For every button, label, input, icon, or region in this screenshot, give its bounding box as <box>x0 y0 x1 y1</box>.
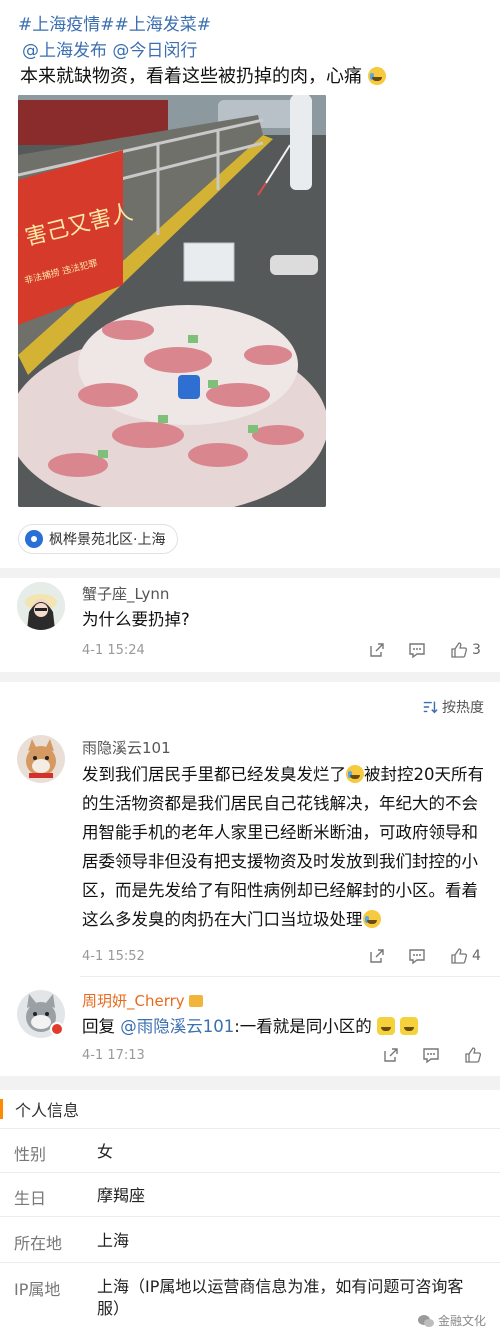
comment-time: 4-1 15:24 <box>82 643 145 658</box>
sort-icon <box>423 701 438 714</box>
avatar[interactable] <box>17 735 65 783</box>
comment-text: 为什么要扔掉? <box>82 610 190 629</box>
comment-text: 回复 @雨隐溪云101:一看就是同小区的 <box>82 1012 486 1041</box>
profile-row-location: 所在地 上海 <box>0 1216 500 1262</box>
profile-label: 所在地 <box>14 1234 63 1253</box>
profile-section-title: 个人信息 <box>15 1101 80 1120</box>
thumbs-up-icon <box>451 642 468 658</box>
like-count: 3 <box>472 642 481 658</box>
watermark: 金融文化 <box>417 1312 486 1329</box>
profile-row-gender: 性别 女 <box>0 1128 500 1172</box>
reply-prefix: 回复 <box>82 1017 115 1036</box>
like-button[interactable]: 4 <box>450 947 481 965</box>
profile-label: 性别 <box>14 1145 47 1164</box>
badge-icon <box>50 1022 64 1036</box>
share-button[interactable] <box>368 947 386 965</box>
comment-text-part1: 发到我们居民手里都已经发臭发烂了 <box>82 765 346 784</box>
comment-text: 发到我们居民手里都已经发臭发烂了 被封控20天所有的生活物资都是我们居民自己花钱解… <box>82 760 486 934</box>
profile-row-birthday: 生日 摩羯座 <box>0 1172 500 1216</box>
share-icon <box>370 949 384 963</box>
avatar[interactable] <box>17 582 65 630</box>
comment-username[interactable]: 周玥妍_Cherry <box>82 990 204 1011</box>
comment-username-text: 周玥妍_Cherry <box>82 992 185 1010</box>
sort-label: 按热度 <box>442 700 484 716</box>
minion-emoji-icon <box>400 1017 419 1035</box>
comment-username[interactable]: 蟹子座_Lynn <box>82 583 169 604</box>
location-pin-icon <box>25 530 43 548</box>
thumbs-up-icon <box>465 1047 482 1063</box>
comment-icon <box>409 949 425 965</box>
post-text-content: 本来就缺物资，看着这些被扔掉的肉，心痛 <box>20 66 362 87</box>
profile-section-header: 个人信息 <box>0 1094 500 1124</box>
post-hashtags[interactable]: #上海疫情##上海发菜# <box>18 10 211 35</box>
watermark-text: 金融文化 <box>437 1314 486 1328</box>
section-divider <box>0 568 500 578</box>
like-count: 4 <box>472 948 481 964</box>
like-button[interactable] <box>464 1046 482 1064</box>
profile-value: 女 <box>97 1142 114 1161</box>
comment-time: 4-1 15:52 <box>82 949 145 964</box>
post-mentions[interactable]: @上海发布 @今日闵行 <box>22 36 197 61</box>
cat-avatar-icon <box>17 735 65 783</box>
minion-emoji-icon <box>377 1017 396 1035</box>
post-text: 本来就缺物资，看着这些被扔掉的肉，心痛 <box>20 62 386 88</box>
comment-divider <box>80 976 500 977</box>
comment-button[interactable] <box>422 1046 440 1064</box>
section-divider <box>0 672 500 682</box>
user-avatar-image <box>17 582 65 630</box>
comment-icon <box>423 1048 439 1064</box>
profile-label: 生日 <box>14 1189 47 1208</box>
share-icon <box>370 643 384 657</box>
crying-emoji-icon <box>362 910 381 928</box>
comment-button[interactable] <box>408 641 426 659</box>
comment-icon <box>409 643 425 659</box>
location-label: 枫桦景苑北区·上海 <box>49 532 166 548</box>
crying-emoji-icon <box>367 67 386 85</box>
share-button[interactable] <box>368 641 386 659</box>
wechat-icon <box>417 1314 434 1327</box>
comment-username[interactable]: 雨隐溪云101 <box>82 737 171 758</box>
comment-button[interactable] <box>408 947 426 965</box>
comment-time: 4-1 17:13 <box>82 1048 145 1063</box>
profile-label: IP属地 <box>14 1280 61 1299</box>
profile-value: 摩羯座 <box>97 1186 146 1205</box>
discarded-meat-photo-image: 害己又害人 非法捕捞 违法犯罪 <box>18 95 326 507</box>
profile-value: 上海 <box>97 1231 130 1250</box>
crying-emoji-icon <box>346 765 364 783</box>
thumbs-up-icon <box>451 948 468 964</box>
reply-mention-link[interactable]: @雨隐溪云101 <box>120 1017 234 1036</box>
sort-by-hot-button[interactable]: 按热度 <box>422 697 484 717</box>
section-accent-bar <box>0 1099 3 1119</box>
post-photo[interactable]: 害己又害人 非法捕捞 违法犯罪 <box>18 95 326 507</box>
section-divider <box>0 1076 500 1090</box>
location-chip[interactable]: 枫桦景苑北区·上海 <box>18 524 179 554</box>
share-icon <box>384 1048 398 1062</box>
crown-icon <box>189 995 204 1007</box>
profile-row-ip: IP属地 上海（IP属地以运营商信息为准，如有问题可咨询客服） <box>0 1262 500 1343</box>
reply-text: :一看就是同小区的 <box>234 1017 372 1036</box>
share-button[interactable] <box>382 1046 400 1064</box>
like-button[interactable]: 3 <box>450 641 481 659</box>
comment-text-part2: 被封控20天所有的生活物资都是我们居民自己花钱解决，年纪大的不会用智能手机的老年… <box>82 765 484 929</box>
